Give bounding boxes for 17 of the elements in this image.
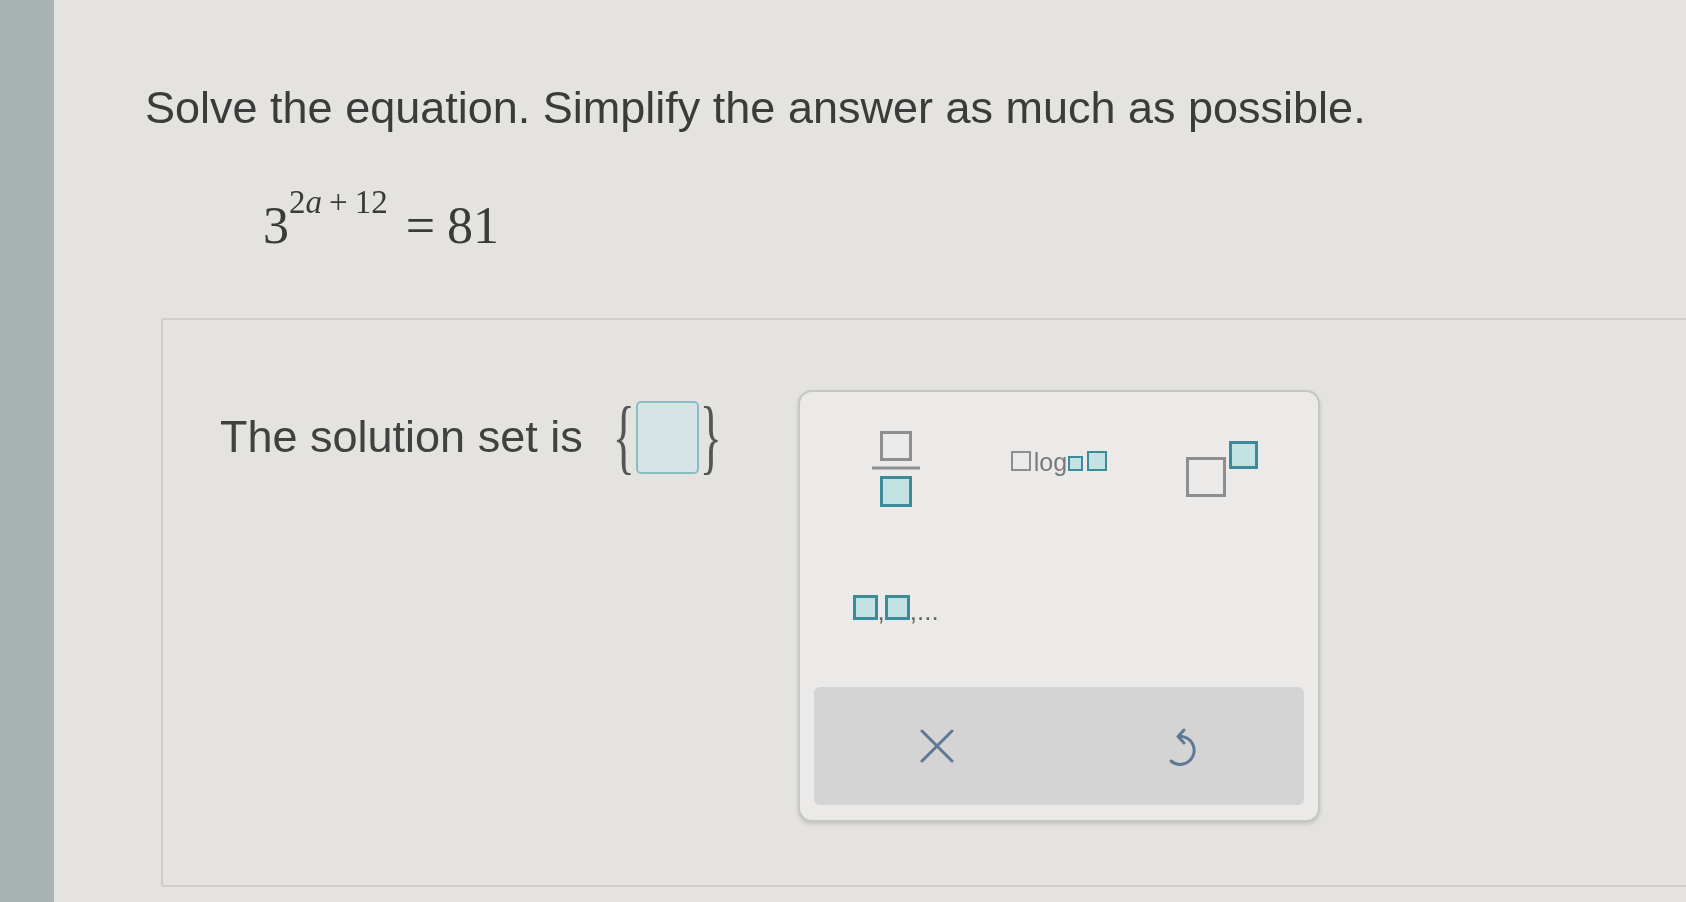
exponent-icon	[1186, 441, 1259, 497]
fraction-icon	[871, 431, 920, 507]
right-brace: }	[699, 395, 722, 479]
square-icon	[884, 594, 910, 620]
square-icon	[1068, 455, 1084, 471]
instruction-text: Solve the equation. Simplify the answer as much as possible.	[145, 82, 1366, 134]
square-icon	[1087, 450, 1108, 471]
list-button[interactable]: , ,...	[852, 594, 939, 624]
exponent-button[interactable]	[1186, 441, 1259, 497]
answer-box[interactable]	[635, 400, 699, 474]
left-brace: {	[612, 395, 635, 479]
square-icon	[1010, 450, 1031, 471]
solution-label: The solution set is	[220, 411, 583, 463]
square-icon	[852, 594, 878, 620]
fraction-button[interactable]	[871, 431, 920, 507]
log-button[interactable]: log	[1010, 449, 1108, 489]
close-icon	[919, 729, 954, 763]
